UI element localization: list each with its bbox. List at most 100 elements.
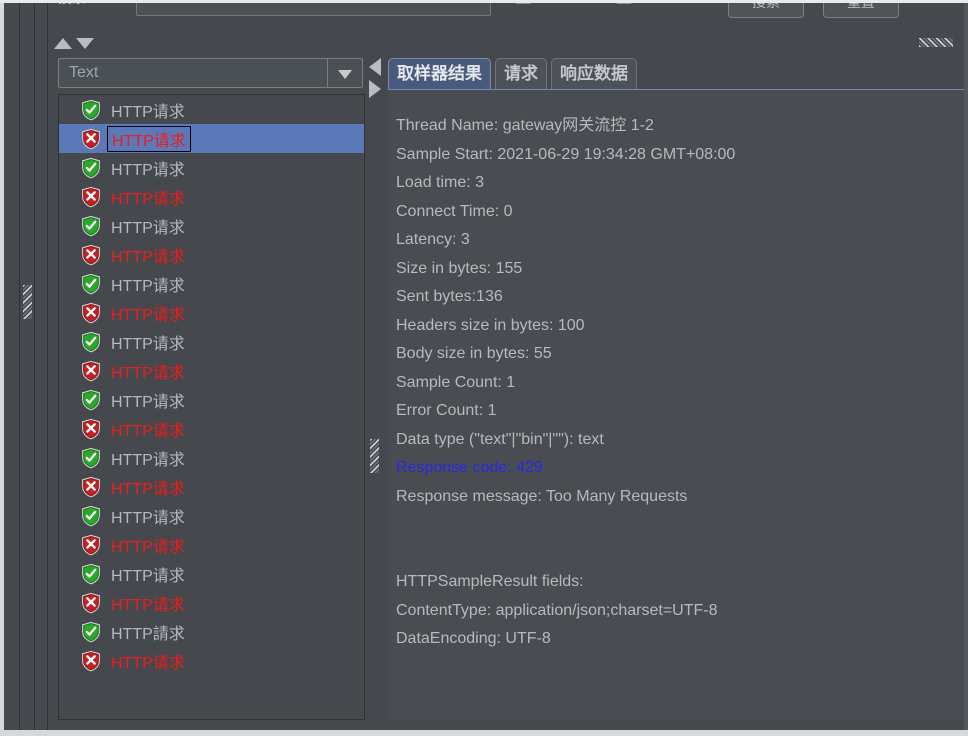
renderer-select-arrow-box[interactable] — [327, 59, 362, 87]
tree-row[interactable]: HTTP请求 — [59, 501, 364, 530]
jmeter-view-results-tree-window: 搜索: 区分大小写 正则表达式 搜索 重置 Text HTTP请求HTTP请求H… — [0, 0, 968, 736]
tree-row-label: HTTP请求 — [111, 103, 185, 121]
tab-0[interactable]: 取样器结果 — [388, 58, 491, 90]
triangle-up-icon[interactable] — [54, 38, 72, 49]
green-shield-check-icon — [81, 331, 101, 353]
renderer-select[interactable]: Text — [58, 58, 363, 88]
tree-row[interactable]: HTTP请求 — [59, 269, 364, 298]
detail-blank-line — [396, 511, 968, 540]
tree-row[interactable]: HTTP请求 — [59, 124, 364, 153]
tree-row-label: HTTP请求 — [111, 451, 185, 469]
detail-line: Latency: 3 — [396, 231, 470, 248]
tree-row-label: HTTP请求 — [111, 364, 185, 382]
tree-row-label: HTTP請求 — [111, 625, 185, 643]
arrow-right-icon[interactable] — [369, 80, 381, 98]
tree-row-label: HTTP请求 — [107, 125, 191, 152]
tree-row[interactable]: HTTP请求 — [59, 646, 364, 675]
sampler-result-text: Thread Name: gateway网关流控 1-2 Sample Start… — [396, 112, 968, 654]
detail-line: Body size in bytes: 55 — [396, 345, 552, 362]
detail-line: Data type ("text"|"bin"|""): text — [396, 430, 604, 448]
sampler-result-panel[interactable]: Thread Name: gateway网关流控 1-2 Sample Start… — [388, 89, 968, 720]
detail-line: Error Count: 1 — [396, 402, 497, 419]
tree-row[interactable]: HTTP请求 — [59, 588, 364, 617]
window-top-edge — [0, 0, 968, 3]
tab-1[interactable]: 请求 — [495, 58, 547, 90]
tree-row[interactable]: HTTP请求 — [59, 530, 364, 559]
green-shield-check-icon — [81, 563, 101, 585]
tree-row-label: HTTP请求 — [111, 654, 185, 672]
tree-row-label: HTTP请求 — [111, 422, 185, 440]
red-shield-x-icon — [81, 302, 101, 324]
chevron-down-icon[interactable] — [338, 70, 352, 79]
detail-line: DataEncoding: UTF-8 — [396, 630, 551, 647]
tree-row-label: HTTP请求 — [111, 219, 185, 237]
outer-gutter — [4, 0, 19, 736]
detail-line: Size in bytes: 155 — [396, 259, 523, 277]
tree-row[interactable]: HTTP请求 — [59, 182, 364, 211]
red-shield-x-icon — [81, 534, 101, 556]
sort-controls — [52, 34, 102, 54]
tree-row[interactable]: HTTP请求 — [59, 240, 364, 269]
green-shield-check-icon — [81, 447, 101, 469]
tree-row[interactable]: HTTP请求 — [59, 327, 364, 356]
detail-line: Sample Start: 2021-06-29 19:34:28 GMT+08… — [396, 145, 736, 163]
tree-row[interactable]: HTTP请求 — [59, 298, 364, 327]
grip-handle-icon[interactable] — [23, 285, 32, 319]
green-shield-check-icon — [81, 273, 101, 295]
center-splitter[interactable] — [366, 54, 388, 720]
tree-row[interactable]: HTTP请求 — [59, 414, 364, 443]
triangle-down-icon[interactable] — [76, 38, 94, 49]
red-shield-x-icon — [81, 650, 101, 672]
tree-row-label: HTTP请求 — [111, 509, 185, 527]
green-shield-check-icon — [81, 621, 101, 643]
horizontal-splitter-grip-icon[interactable] — [919, 38, 953, 47]
detail-line: HTTPSampleResult fields: — [396, 573, 584, 590]
tree-row[interactable]: HTTP请求 — [59, 443, 364, 472]
window-bottom-edge — [0, 730, 968, 736]
tree-row-label: HTTP请求 — [111, 567, 185, 585]
tree-row[interactable]: HTTP请求 — [59, 385, 364, 414]
center-grip-handle-icon[interactable] — [370, 439, 379, 473]
renderer-select-value: Text — [69, 64, 99, 81]
arrow-left-icon[interactable] — [369, 58, 381, 76]
window-right-edge — [964, 0, 968, 736]
red-shield-x-icon — [81, 186, 101, 208]
detail-line: Sent bytes:136 — [396, 288, 503, 305]
tree-row[interactable]: HTTP请求 — [59, 356, 364, 385]
search-toolbar: 搜索: 区分大小写 正则表达式 搜索 重置 — [48, 0, 968, 30]
tree-row[interactable]: HTTP请求 — [59, 95, 364, 124]
tree-row[interactable]: HTTP请求 — [59, 211, 364, 240]
red-shield-x-icon — [81, 128, 101, 150]
detail-line: Load time: 3 — [396, 174, 485, 191]
green-shield-check-icon — [81, 505, 101, 527]
tree-row-label: HTTP请求 — [111, 161, 185, 179]
vertical-splitter-outer[interactable] — [20, 0, 34, 736]
red-shield-x-icon — [81, 360, 101, 382]
tree-row[interactable]: HTTP请求 — [59, 472, 364, 501]
detail-line: Response message: Too Many Requests — [396, 487, 688, 505]
tree-row-label: HTTP请求 — [111, 190, 185, 208]
detail-line: Response code: 429 — [396, 459, 543, 476]
red-shield-x-icon — [81, 476, 101, 498]
detail-line: Connect Time: 0 — [396, 202, 513, 220]
green-shield-check-icon — [81, 389, 101, 411]
green-shield-check-icon — [81, 99, 101, 121]
detail-blank-line — [396, 540, 968, 569]
tree-row-label: HTTP请求 — [111, 248, 185, 266]
tree-row-label: HTTP请求 — [111, 306, 185, 324]
tree-row[interactable]: HTTP请求 — [59, 153, 364, 182]
green-shield-check-icon — [81, 157, 101, 179]
tree-row[interactable]: HTTP請求 — [59, 617, 364, 646]
tree-row-label: HTTP请求 — [111, 393, 185, 411]
red-shield-x-icon — [81, 418, 101, 440]
tree-row-label: HTTP请求 — [111, 277, 185, 295]
detail-line: Headers size in bytes: 100 — [396, 316, 585, 334]
detail-line: ContentType: application/json;charset=UT… — [396, 601, 718, 619]
detail-line: Sample Count: 1 — [396, 373, 516, 391]
tab-2[interactable]: 响应数据 — [551, 58, 637, 90]
results-tree-list[interactable]: HTTP请求 HTTP请求 HTTP请求 HTTP请求 HTTP请求 HTTP请求 HTTP… — [58, 94, 365, 720]
red-shield-x-icon — [81, 244, 101, 266]
tree-row[interactable]: HTTP请求 — [59, 559, 364, 588]
tree-row-label: HTTP请求 — [111, 335, 185, 353]
red-shield-x-icon — [81, 592, 101, 614]
